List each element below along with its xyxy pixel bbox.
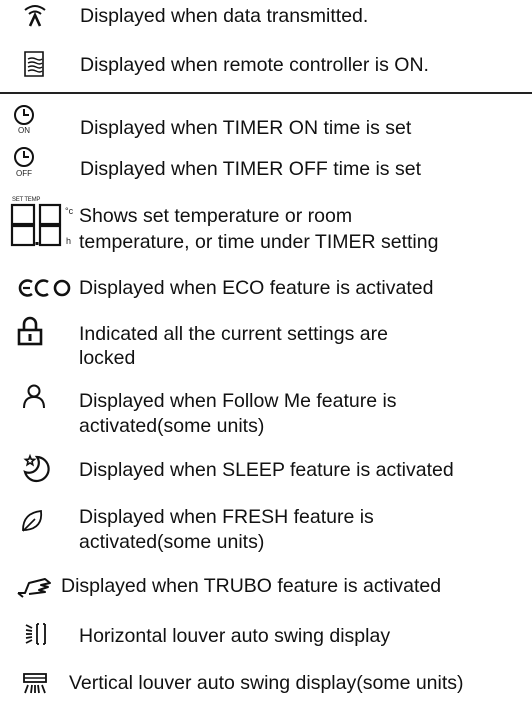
timer-on-icon [12, 104, 36, 126]
eco-description: Displayed when ECO feature is activated [79, 277, 434, 299]
sleep-icon [22, 453, 54, 484]
eco-icon [18, 278, 72, 298]
timer-off-icon [12, 146, 36, 168]
sleep-description: Displayed when SLEEP feature is activate… [79, 459, 454, 481]
lock-description-line1: Indicated all the current settings are [79, 323, 388, 345]
lock-icon [17, 316, 43, 346]
temperature-description-line2: temperature, or time under TIMER setting [79, 231, 439, 253]
celsius-unit: °c [65, 206, 74, 216]
remote-on-icon [24, 51, 44, 77]
section-divider [0, 92, 532, 94]
transmit-icon [22, 2, 48, 28]
timer-on-sub-label: ON [18, 126, 30, 135]
temperature-display-icon [10, 203, 67, 248]
lock-description-line2: locked [79, 347, 136, 369]
timer-on-description: Displayed when TIMER ON time is set [80, 117, 412, 139]
timer-off-description: Displayed when TIMER OFF time is set [80, 158, 421, 180]
horizontal-swing-description: Horizontal louver auto swing display [79, 625, 391, 647]
vertical-swing-description: Vertical louver auto swing display(some … [69, 672, 464, 694]
fresh-description-line2: activated(some units) [79, 531, 265, 553]
follow-me-description-line2: activated(some units) [79, 415, 265, 437]
vertical-swing-icon [22, 672, 48, 696]
follow-me-icon [22, 384, 46, 410]
timer-off-sub-label: OFF [16, 169, 32, 178]
fresh-icon [20, 508, 46, 534]
hour-unit: h [66, 236, 72, 246]
turbo-icon [15, 573, 55, 599]
temperature-description-line1: Shows set temperature or room [79, 205, 353, 227]
remote-on-description: Displayed when remote controller is ON. [80, 54, 429, 76]
fresh-description-line1: Displayed when FRESH feature is [79, 506, 374, 528]
horizontal-swing-icon [24, 622, 48, 646]
follow-me-description-line1: Displayed when Follow Me feature is [79, 390, 397, 412]
turbo-description: Displayed when TRUBO feature is activate… [61, 575, 442, 597]
set-temp-label: SET TEMP [12, 197, 41, 203]
transmit-description: Displayed when data transmitted. [80, 5, 369, 27]
